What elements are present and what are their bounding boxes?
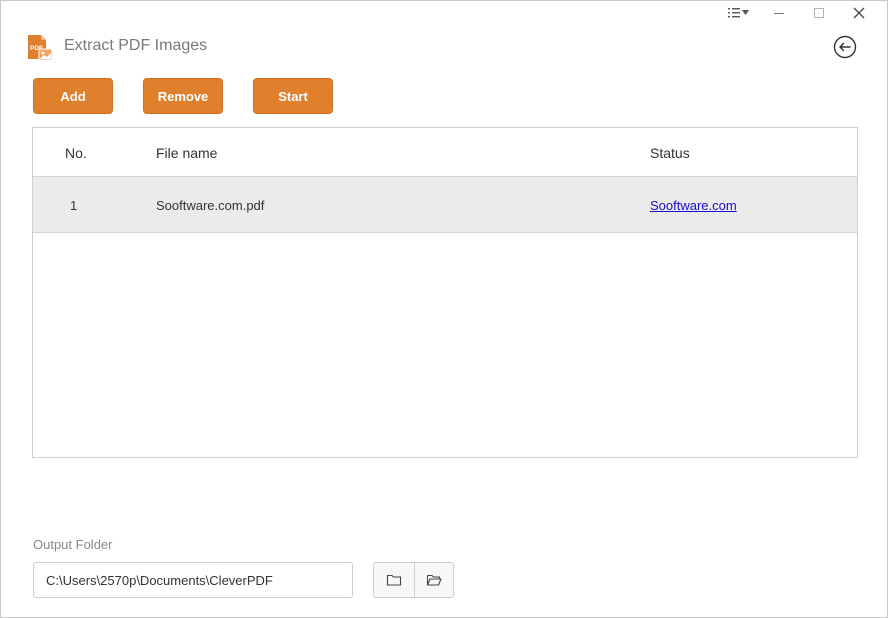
table-header: No. File name Status bbox=[33, 128, 857, 177]
file-table: No. File name Status 1 Sooftware.com.pdf… bbox=[32, 127, 858, 458]
back-button[interactable] bbox=[833, 35, 857, 59]
close-icon bbox=[853, 7, 865, 19]
start-button[interactable]: Start bbox=[253, 78, 333, 114]
app-logo: PDF bbox=[26, 34, 54, 62]
menu-icon bbox=[728, 8, 749, 18]
table-row[interactable]: 1 Sooftware.com.pdf Sooftware.com bbox=[33, 177, 857, 233]
row-file-name: Sooftware.com.pdf bbox=[156, 198, 265, 213]
app-window: PDF Extract PDF Images Add Remove Start … bbox=[0, 0, 888, 618]
app-title: Extract PDF Images bbox=[64, 37, 208, 54]
browse-folder-button[interactable] bbox=[374, 563, 414, 597]
remove-button[interactable]: Remove bbox=[143, 78, 223, 114]
close-button[interactable] bbox=[839, 3, 879, 23]
column-header-no: No. bbox=[65, 145, 87, 161]
row-status-link[interactable]: Sooftware.com bbox=[650, 198, 737, 213]
minimize-icon bbox=[774, 13, 784, 14]
minimize-button[interactable] bbox=[759, 3, 799, 23]
open-folder-icon bbox=[426, 574, 442, 586]
menu-button[interactable] bbox=[719, 3, 759, 23]
open-folder-button[interactable] bbox=[413, 563, 454, 597]
folder-button-group bbox=[373, 562, 454, 598]
maximize-icon bbox=[814, 8, 824, 18]
folder-icon bbox=[386, 574, 401, 586]
add-button[interactable]: Add bbox=[33, 78, 113, 114]
maximize-button[interactable] bbox=[799, 3, 839, 23]
output-folder-label: Output Folder bbox=[33, 537, 113, 552]
column-header-file-name: File name bbox=[156, 145, 218, 161]
output-folder-input[interactable] bbox=[33, 562, 353, 598]
row-no: 1 bbox=[70, 198, 78, 213]
column-header-status: Status bbox=[650, 145, 690, 161]
back-arrow-icon bbox=[833, 35, 857, 59]
window-controls bbox=[719, 3, 879, 23]
